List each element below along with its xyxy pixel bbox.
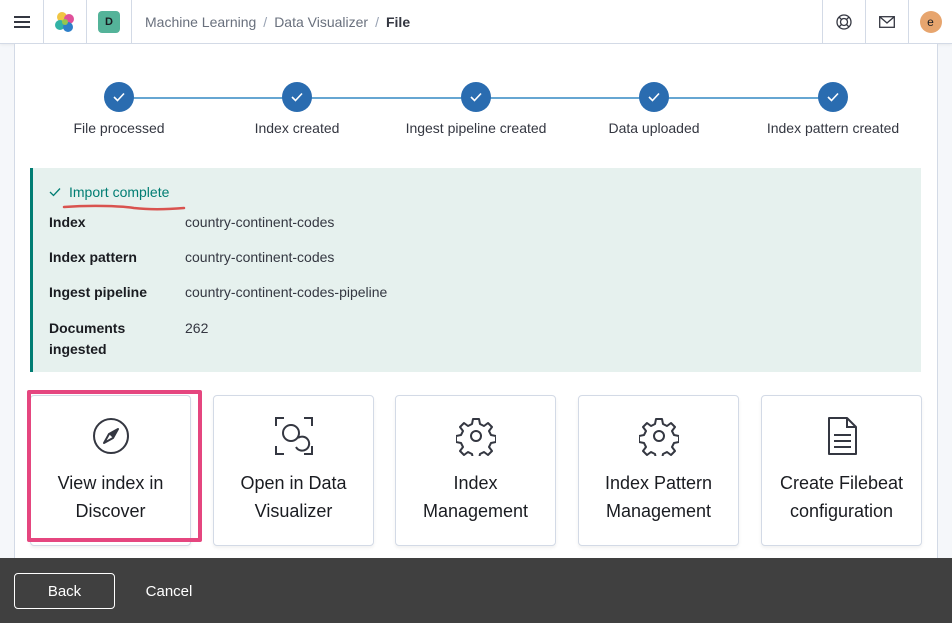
card-index-pattern-management[interactable]: Index Pattern Management (578, 395, 739, 546)
space-selector[interactable]: D (87, 0, 131, 44)
document-icon (762, 416, 921, 456)
breadcrumb-file: File (385, 14, 411, 30)
annotation-highlight-box (27, 390, 202, 542)
hamburger-icon (13, 16, 30, 28)
breadcrumb: Machine Learning / Data Visualizer / Fil… (145, 14, 411, 30)
step-index-created: Index created (212, 82, 382, 136)
data-visualizer-icon (214, 416, 373, 456)
mail-icon (879, 16, 895, 28)
annotation-underline (62, 204, 186, 211)
step-file-processed: File processed (34, 82, 204, 136)
back-button[interactable]: Back (14, 573, 115, 609)
space-avatar: D (98, 11, 120, 33)
bottom-bar: Back Cancel (0, 558, 952, 623)
import-complete-callout: Import complete Index country-continent-… (30, 168, 921, 372)
step-complete-icon (818, 82, 848, 112)
callout-title: Import complete (49, 184, 169, 200)
step-complete-icon (639, 82, 669, 112)
gear-icon (396, 416, 555, 456)
step-label: Index pattern created (766, 120, 900, 136)
card-create-filebeat-config[interactable]: Create Filebeat configuration (761, 395, 922, 546)
user-menu-button[interactable]: e (909, 0, 952, 44)
step-complete-icon (461, 82, 491, 112)
gear-icon (579, 416, 738, 456)
card-open-data-visualizer[interactable]: Open in Data Visualizer (213, 395, 374, 546)
step-complete-icon (104, 82, 134, 112)
breadcrumb-data-visualizer[interactable]: Data Visualizer (274, 14, 368, 30)
help-icon (836, 14, 852, 30)
avatar: e (919, 11, 942, 33)
menu-button[interactable] (0, 0, 43, 44)
elastic-logo[interactable] (44, 0, 86, 44)
newsfeed-button[interactable] (866, 0, 908, 44)
step-label: File processed (73, 120, 165, 136)
top-header: D Machine Learning / Data Visualizer / F… (0, 0, 952, 44)
help-button[interactable] (823, 0, 865, 44)
step-label: Ingest pipeline created (405, 120, 547, 136)
step-data-uploaded: Data uploaded (569, 82, 739, 136)
cancel-button[interactable]: Cancel (134, 573, 204, 609)
step-ingest-pipeline-created: Ingest pipeline created (391, 82, 561, 136)
elastic-logo-icon (55, 12, 74, 32)
step-index-pattern-created: Index pattern created (748, 82, 918, 136)
check-icon (49, 188, 61, 197)
card-index-management[interactable]: Index Management (395, 395, 556, 546)
step-complete-icon (282, 82, 312, 112)
step-label: Index created (254, 120, 340, 136)
breadcrumb-machine-learning[interactable]: Machine Learning (145, 14, 256, 30)
step-label: Data uploaded (608, 120, 700, 136)
